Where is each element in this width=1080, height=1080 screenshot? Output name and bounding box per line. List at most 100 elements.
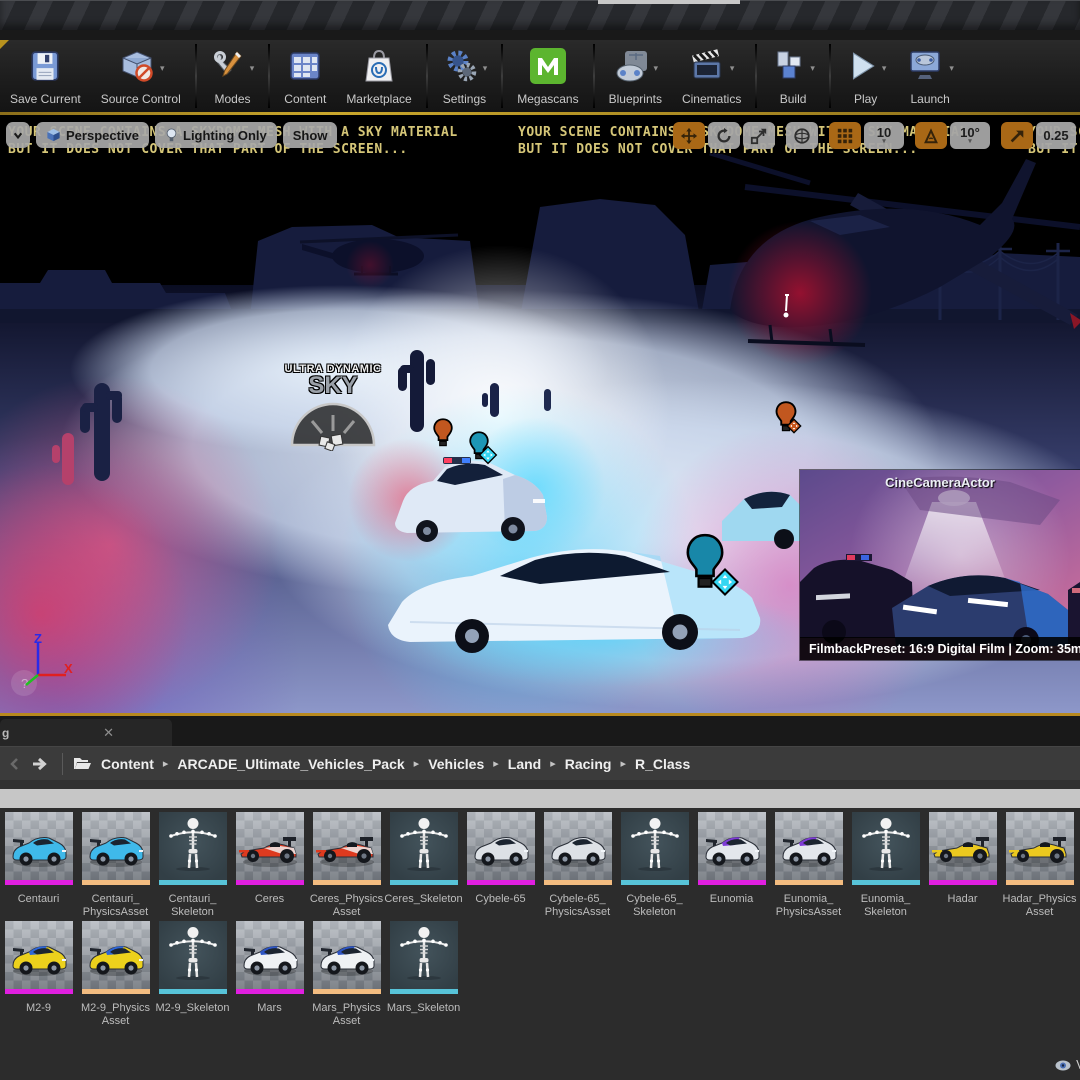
window-titlebar[interactable] xyxy=(0,0,1080,31)
titlebar-lower-strip xyxy=(0,30,1080,40)
snap-value-button[interactable]: 10°▾ xyxy=(950,122,990,149)
blueprints-gamepad-icon xyxy=(613,48,651,89)
asset-view-scrollbar[interactable] xyxy=(0,789,1080,808)
view-options-button[interactable]: Vie xyxy=(1055,1058,1080,1072)
angle-snap-button[interactable] xyxy=(915,122,947,149)
asset-tile-centauri-skeleton[interactable]: Centauri_ Skeleton xyxy=(154,812,231,919)
dropdown-caret-icon[interactable]: ▾ xyxy=(654,63,659,74)
asset-thumbnail xyxy=(236,921,304,989)
toolbar-button-cinematics[interactable]: ▾Cinematics xyxy=(672,40,751,112)
toolbar-button-content[interactable]: Content xyxy=(274,40,336,112)
asset-tile-ceres-physicsasset[interactable]: Ceres_Physics Asset xyxy=(308,812,385,919)
dropdown-caret-icon[interactable]: ▾ xyxy=(949,63,954,74)
asset-tile-hadar-physicsasset[interactable]: Hadar_Physics Asset xyxy=(1001,812,1078,919)
dropdown-caret-icon[interactable]: ▾ xyxy=(810,63,815,74)
content-browser-tab[interactable]: g ✕ xyxy=(0,719,172,746)
toolbar-button-megascans[interactable]: Megascans xyxy=(507,40,588,112)
breadcrumb-vehicles[interactable]: Vehicles xyxy=(428,756,484,772)
axis-z-label: Z xyxy=(34,631,42,646)
asset-tile-centauri-physicsasset[interactable]: Centauri_ PhysicsAsset xyxy=(77,812,154,919)
toolbar-button-label: Content xyxy=(284,92,326,106)
ultra-dynamic-sky-sprite[interactable]: ULTRA DYNAMIC SKY xyxy=(278,363,388,456)
asset-tile-mars-physicsasset[interactable]: Mars_Physics Asset xyxy=(308,921,385,1028)
breadcrumb-r-class[interactable]: R_Class xyxy=(635,756,690,772)
dropdown-caret-icon[interactable]: ▾ xyxy=(968,139,972,145)
grid-snap-button[interactable] xyxy=(829,122,861,149)
toolbar-button-marketplace[interactable]: Marketplace xyxy=(336,40,421,112)
viewport-button-show[interactable]: Show xyxy=(283,122,338,148)
toolbar-button-build[interactable]: ▾ Build xyxy=(761,40,825,112)
move-widget-small-2[interactable] xyxy=(786,418,802,439)
asset-tile-ceres[interactable]: Ceres xyxy=(231,812,308,919)
asset-tile-eunomia-physicsasset[interactable]: Eunomia_ PhysicsAsset xyxy=(770,812,847,919)
snap-value-button[interactable]: 10▾ xyxy=(864,122,904,149)
move-widget-small-1[interactable] xyxy=(478,445,498,470)
asset-tile-centauri[interactable]: Centauri xyxy=(0,812,77,919)
floppy-disk-icon xyxy=(28,48,62,89)
rotate-tool-button[interactable] xyxy=(708,122,740,149)
toolbar-button-save-current[interactable]: Save Current xyxy=(0,40,91,112)
dropdown-caret-icon[interactable]: ▾ xyxy=(483,63,488,74)
asset-type-stripe xyxy=(159,880,227,885)
camera-preview-title: CineCameraActor xyxy=(800,475,1080,490)
asset-thumbnail xyxy=(775,812,843,880)
asset-tile-eunomia-skeleton[interactable]: Eunomia_ Skeleton xyxy=(847,812,924,919)
asset-thumbnail xyxy=(82,812,150,880)
viewport-button-options[interactable] xyxy=(6,122,30,148)
asset-tile-ceres-skeleton[interactable]: Ceres_Skeleton xyxy=(385,812,462,919)
asset-label: Centauri xyxy=(0,893,79,906)
scale-snap-arrow-button[interactable] xyxy=(1001,122,1033,149)
tab-close-icon[interactable]: ✕ xyxy=(103,725,114,741)
open-folder-icon xyxy=(73,756,92,771)
asset-type-stripe xyxy=(467,880,535,885)
asset-tile-m2-9-physicsasset[interactable]: M2-9_Physics Asset xyxy=(77,921,154,1028)
cactus-small-2 xyxy=(544,389,551,411)
asset-tile-cybele-65-skeleton[interactable]: Cybele-65_ Skeleton xyxy=(616,812,693,919)
point-light-sprite-orange-1[interactable] xyxy=(432,418,454,453)
snap-value: 10° xyxy=(960,127,980,139)
toolbar-button-source-control[interactable]: ▾Source Control xyxy=(91,40,191,112)
level-viewport[interactable]: YOUR SCENE CONTAINS A SKYDOME MESH WITH … xyxy=(0,115,1080,713)
asset-label: Centauri_ Skeleton xyxy=(153,893,233,919)
back-arrow-icon[interactable] xyxy=(8,757,22,771)
asset-type-stripe xyxy=(929,880,997,885)
toolbar-button-launch[interactable]: ▾Launch xyxy=(896,40,964,112)
dropdown-caret-icon[interactable]: ▾ xyxy=(882,139,886,145)
breadcrumb-arcade-ultimate-vehicles-pack[interactable]: ARCADE_Ultimate_Vehicles_Pack xyxy=(177,756,404,772)
asset-tile-eunomia[interactable]: Eunomia xyxy=(693,812,770,919)
asset-label: Eunomia_ Skeleton xyxy=(846,893,926,919)
asset-tile-mars-skeleton[interactable]: Mars_Skeleton xyxy=(385,921,462,1028)
asset-type-stripe xyxy=(236,989,304,994)
scale-tool-button[interactable] xyxy=(743,122,775,149)
surface-snap-button[interactable] xyxy=(786,122,818,149)
cine-camera-preview[interactable]: CineCameraActor FilmbackPreset: 16:9 Dig… xyxy=(800,470,1080,660)
toolbar-button-play[interactable]: ▾Play xyxy=(835,40,897,112)
snap-value-button[interactable]: 0.25 xyxy=(1036,122,1076,149)
forward-arrow-icon[interactable] xyxy=(30,756,50,772)
toolbar-button-blueprints[interactable]: ▾Blueprints xyxy=(599,40,672,112)
toolbar-button-label: Megascans xyxy=(517,92,578,106)
toolbar-button-settings[interactable]: ▾Settings xyxy=(432,40,498,112)
asset-tile-cybele-65[interactable]: Cybele-65 xyxy=(462,812,539,919)
dropdown-caret-icon[interactable]: ▾ xyxy=(160,63,165,74)
breadcrumb-racing[interactable]: Racing xyxy=(565,756,612,772)
asset-tile-m2-9-skeleton[interactable]: M2-9_Skeleton xyxy=(154,921,231,1028)
asset-tile-mars[interactable]: Mars xyxy=(231,921,308,1028)
toolbar-button-label: Build xyxy=(780,92,807,106)
asset-tile-m2-9[interactable]: M2-9 xyxy=(0,921,77,1028)
dropdown-caret-icon[interactable]: ▾ xyxy=(250,63,255,74)
asset-tile-cybele-65-physicsasset[interactable]: Cybele-65_ PhysicsAsset xyxy=(539,812,616,919)
viewport-button-lighting-only[interactable]: Lighting Only xyxy=(155,122,277,148)
asset-tile-hadar[interactable]: Hadar xyxy=(924,812,1001,919)
move-widget-large[interactable] xyxy=(710,567,740,602)
viewport-button-perspective[interactable]: Perspective xyxy=(36,122,149,148)
viewport-axis-gizmo: ? Z X xyxy=(8,635,82,706)
asset-thumbnail xyxy=(390,921,458,989)
breadcrumb-arrow-icon: ▸ xyxy=(493,757,499,770)
breadcrumb-land[interactable]: Land xyxy=(508,756,541,772)
dropdown-caret-icon[interactable]: ▾ xyxy=(730,63,735,74)
breadcrumb-content[interactable]: Content xyxy=(101,756,154,772)
toolbar-button-modes[interactable]: ▾Modes xyxy=(201,40,265,112)
dropdown-caret-icon[interactable]: ▾ xyxy=(882,63,887,74)
move-tool-button[interactable] xyxy=(673,122,705,149)
